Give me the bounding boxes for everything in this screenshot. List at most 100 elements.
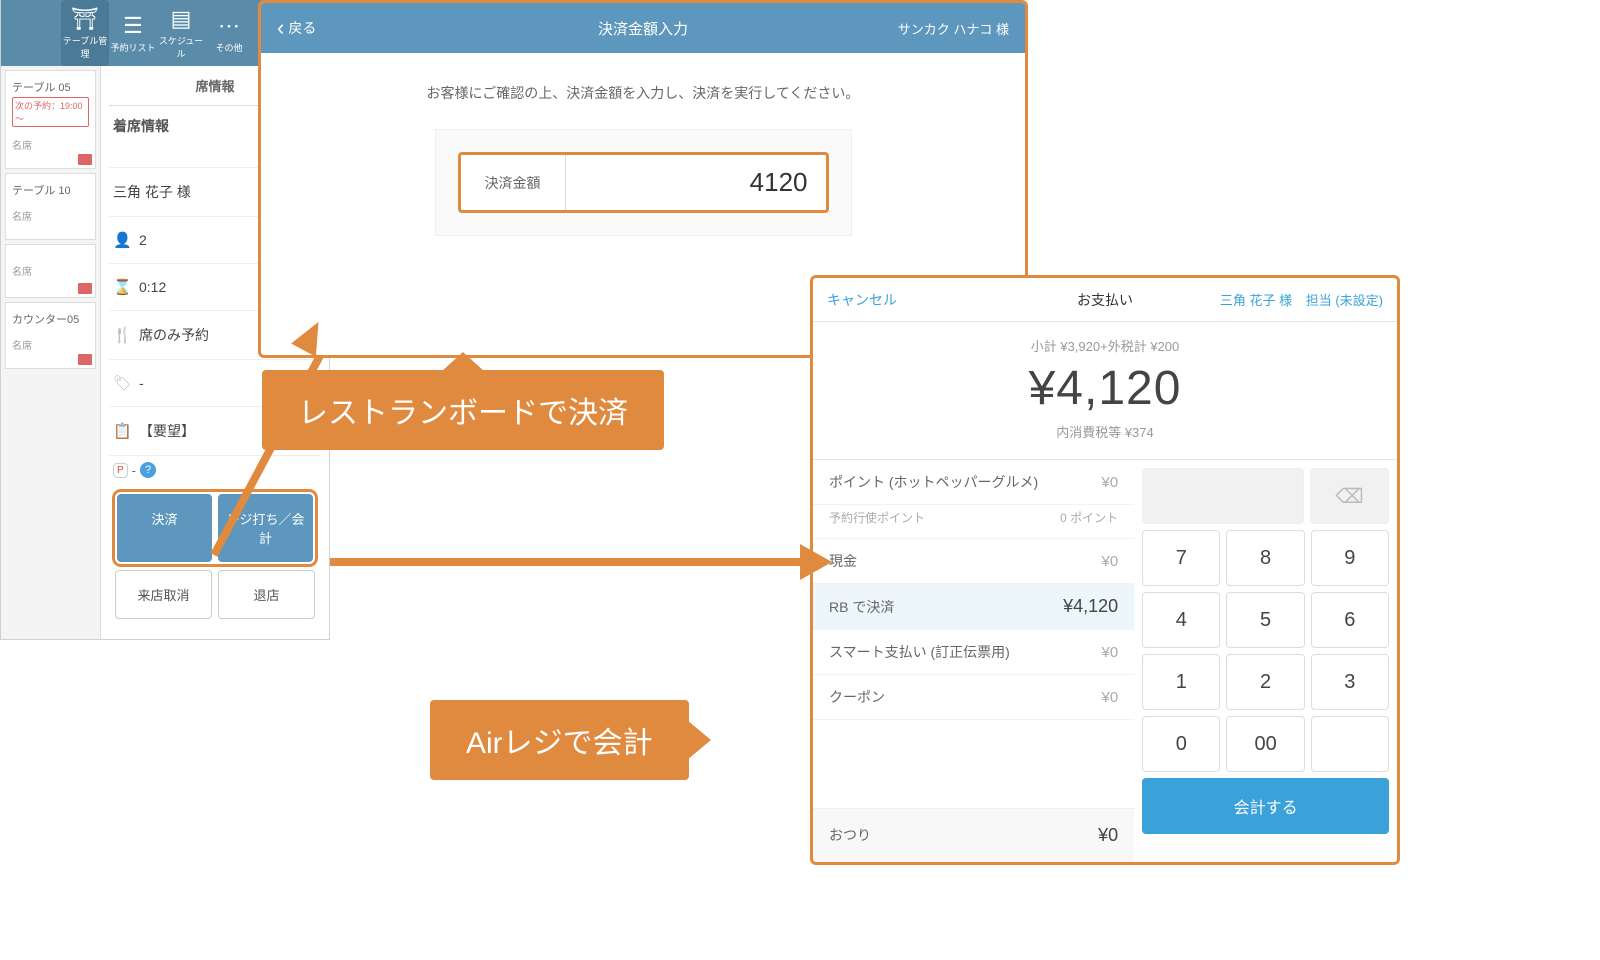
key-0[interactable]: 0: [1142, 716, 1220, 772]
change-label: おつり: [829, 825, 871, 846]
line-reserve-points: 予約行使ポイント 0 ポイント: [813, 505, 1134, 539]
key-empty[interactable]: [1311, 716, 1389, 772]
point-badge-icon: P: [113, 463, 128, 478]
back-button[interactable]: ‹ 戻る: [277, 17, 316, 39]
key-3[interactable]: 3: [1311, 654, 1389, 710]
airregi-panel: キャンセル お支払い 三角 花子 様 担当 (未設定) 小計 ¥3,920+外税…: [810, 275, 1400, 865]
key-5[interactable]: 5: [1226, 592, 1304, 648]
line-points[interactable]: ポイント (ホットペッパーグルメ) ¥0: [813, 460, 1134, 505]
regi-title: お支払い: [1077, 290, 1133, 310]
table-icon: ⛩: [61, 6, 109, 32]
key-7[interactable]: 7: [1142, 530, 1220, 586]
payment-amount-field: 決済金額 4120: [458, 152, 829, 213]
checkout-button[interactable]: 会計する: [1142, 778, 1389, 834]
tag-icon: 🏷: [113, 374, 139, 392]
payment-amount-input[interactable]: 4120: [566, 155, 826, 210]
change-amount: ¥0: [1098, 825, 1118, 846]
regi-staff[interactable]: 担当 (未設定): [1306, 293, 1383, 308]
schedule-icon: ▤: [157, 6, 205, 32]
line-coupon[interactable]: クーポン ¥0: [813, 675, 1134, 720]
total-area: 小計 ¥3,920+外税計 ¥200 ¥4,120 内消費税等 ¥374: [813, 322, 1397, 460]
seat-label: 名席: [12, 208, 89, 223]
point-value: -: [132, 463, 136, 478]
change-row: おつり ¥0: [813, 808, 1134, 862]
tool-label: 予約リスト: [110, 43, 155, 53]
callout-text: Airレジで会計: [466, 727, 653, 760]
tag-value: -: [139, 375, 144, 391]
payment-title: 決済金額入力: [598, 18, 688, 39]
line-cash[interactable]: 現金 ¥0: [813, 539, 1134, 584]
flag-icon: [78, 154, 92, 165]
line-amount: ¥0: [1102, 474, 1119, 491]
reserve-type: 席のみ予約: [139, 325, 209, 345]
chevron-left-icon: ‹: [277, 17, 284, 39]
elapsed-time: 0:12: [139, 279, 166, 295]
line-label: 予約行使ポイント: [829, 509, 925, 526]
line-label: クーポン: [829, 687, 885, 707]
list-icon: ☰: [109, 13, 157, 39]
table-card[interactable]: テーブル 05 次の予約：19:00 ～ 名席: [5, 70, 96, 169]
line-label: RB で決済: [829, 597, 894, 617]
help-icon[interactable]: ?: [140, 462, 156, 478]
line-label: ポイント (ホットペッパーグルメ): [829, 472, 1038, 492]
flag-icon: [78, 354, 92, 365]
cancel-visit-button[interactable]: 来店取消: [115, 570, 212, 619]
seat-label: 名席: [12, 337, 89, 352]
table-name: テーブル 05: [12, 79, 89, 95]
line-smart-pay[interactable]: スマート支払い (訂正伝票用) ¥0: [813, 630, 1134, 675]
tool-schedule[interactable]: ▤ スケジュール: [157, 6, 205, 60]
pay-button[interactable]: 決済: [117, 494, 212, 562]
keypad: ⌫ 7 8 9 4 5 6 1 2 3 0 00 会計する: [1134, 460, 1397, 862]
action-row-secondary: 来店取消 退店: [115, 570, 315, 619]
next-reservation: 次の予約：19:00 ～: [12, 97, 89, 127]
key-1[interactable]: 1: [1142, 654, 1220, 710]
cancel-button[interactable]: キャンセル: [827, 290, 897, 310]
line-rb-payment[interactable]: RB で決済 ¥4,120: [813, 584, 1134, 630]
payment-card: 決済金額 4120: [435, 129, 852, 236]
flag-icon: [78, 283, 92, 294]
key-4[interactable]: 4: [1142, 592, 1220, 648]
key-9[interactable]: 9: [1311, 530, 1389, 586]
arrow-to-regi: [330, 558, 810, 566]
callout-airregi: Airレジで会計: [430, 700, 689, 780]
key-00[interactable]: 00: [1226, 716, 1304, 772]
key-6[interactable]: 6: [1311, 592, 1389, 648]
line-amount: 0 ポイント: [1060, 509, 1118, 526]
payment-header: ‹ 戻る 決済金額入力 サンカク ハナコ 様: [261, 3, 1025, 53]
key-2[interactable]: 2: [1226, 654, 1304, 710]
table-card[interactable]: カウンター05 名席: [5, 302, 96, 369]
table-column: テーブル 05 次の予約：19:00 ～ 名席 テーブル 10 名席 名席 カウ…: [1, 66, 101, 639]
person-icon: 👤: [113, 231, 139, 249]
key-blank: [1142, 468, 1304, 524]
hourglass-icon: ⌛: [113, 278, 139, 296]
key-8[interactable]: 8: [1226, 530, 1304, 586]
back-label: 戻る: [288, 18, 316, 38]
tool-reservation-list[interactable]: ☰ 予約リスト: [109, 13, 157, 54]
line-amount: ¥0: [1102, 644, 1119, 661]
guest-count: 2: [139, 232, 147, 248]
tool-other[interactable]: ⋯ その他: [205, 13, 253, 54]
subtotal-text: 小計 ¥3,920+外税計 ¥200: [813, 336, 1397, 355]
note-label: 【要望】: [139, 421, 195, 441]
arrow-head-icon: [800, 544, 832, 580]
backspace-icon: ⌫: [1335, 484, 1363, 509]
regi-customer[interactable]: 三角 花子 様: [1220, 293, 1292, 308]
seat-label: 名席: [12, 263, 89, 278]
table-card[interactable]: 名席: [5, 244, 96, 298]
more-icon: ⋯: [205, 13, 253, 39]
fork-knife-icon: 🍴: [113, 326, 139, 344]
callout-restaurant-board: レストランボードで決済: [262, 370, 664, 450]
tool-label: テーブル管理: [63, 36, 107, 59]
table-card[interactable]: テーブル 10 名席: [5, 173, 96, 240]
table-name: テーブル 10: [12, 182, 89, 198]
tool-table-manage[interactable]: ⛩ テーブル管理: [61, 0, 109, 66]
key-backspace[interactable]: ⌫: [1310, 468, 1389, 524]
payment-lines: ポイント (ホットペッパーグルメ) ¥0 予約行使ポイント 0 ポイント 現金 …: [813, 460, 1134, 720]
leave-button[interactable]: 退店: [218, 570, 315, 619]
tax-text: 内消費税等 ¥374: [813, 422, 1397, 441]
callout-notch-icon: [687, 720, 711, 760]
point-row: P - ?: [109, 456, 321, 488]
tool-label: その他: [215, 43, 242, 53]
note-icon: 📋: [113, 422, 139, 440]
customer-name: 三角 花子 様: [113, 182, 191, 202]
